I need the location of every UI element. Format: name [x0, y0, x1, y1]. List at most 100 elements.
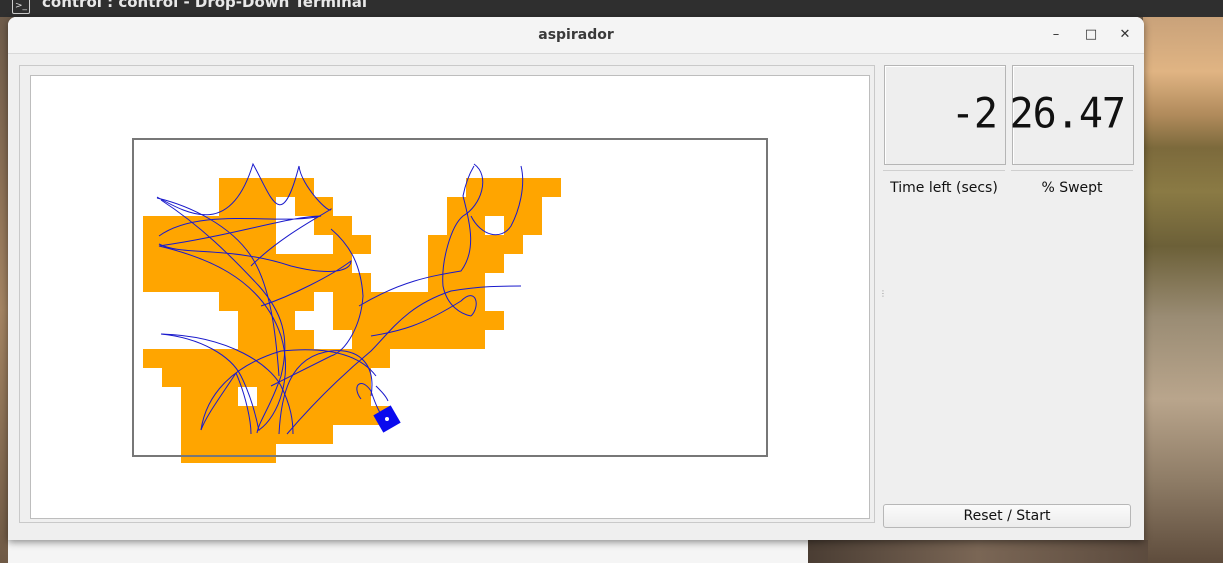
swept-cell [219, 254, 238, 273]
splitter-handle[interactable]: ⋮ [879, 289, 887, 299]
swept-cell [257, 444, 276, 463]
swept-cell [371, 349, 390, 368]
swept-cell [447, 254, 466, 273]
swept-cell [219, 292, 238, 311]
swept-cell [238, 311, 257, 330]
swept-cell [162, 368, 181, 387]
swept-cell [295, 425, 314, 444]
swept-cell [200, 254, 219, 273]
terminal-icon: >_ [12, 0, 30, 14]
swept-cell [333, 368, 352, 387]
swept-cell [181, 425, 200, 444]
simulation-canvas[interactable] [30, 75, 870, 519]
swept-cell [333, 292, 352, 311]
swept-cell [352, 311, 371, 330]
divider [883, 170, 1005, 171]
swept-cell [485, 197, 504, 216]
swept-cell [333, 387, 352, 406]
swept-cell [181, 273, 200, 292]
swept-cell [428, 330, 447, 349]
swept-cell [238, 197, 257, 216]
reset-start-button[interactable]: Reset / Start [883, 504, 1131, 528]
swept-cell [523, 197, 542, 216]
swept-cell [295, 273, 314, 292]
swept-display: 26.47 [1009, 65, 1134, 165]
swept-cell [276, 330, 295, 349]
simulation-drawing [132, 138, 768, 463]
swept-cell [276, 311, 295, 330]
background-window [8, 540, 808, 563]
swept-cell [181, 406, 200, 425]
swept-cell [219, 425, 238, 444]
swept-cell [485, 254, 504, 273]
swept-cell [466, 254, 485, 273]
swept-cell [295, 368, 314, 387]
divider [1011, 170, 1133, 171]
desktop-wallpaper-bottom [808, 540, 1148, 563]
robot-marker [385, 417, 389, 421]
swept-cell [371, 311, 390, 330]
time-left-display: -2 [884, 65, 1006, 165]
swept-cell [409, 330, 428, 349]
swept-cell [143, 254, 162, 273]
swept-cell [181, 349, 200, 368]
swept-cell [162, 254, 181, 273]
close-button[interactable]: ✕ [1116, 26, 1134, 44]
swept-cell [295, 292, 314, 311]
swept-cell [314, 368, 333, 387]
swept-cell [295, 349, 314, 368]
swept-cell [257, 406, 276, 425]
swept-cell [504, 216, 523, 235]
swept-value: 26.47 [1009, 89, 1126, 139]
maximize-button[interactable]: □ [1082, 26, 1100, 44]
swept-cell [466, 235, 485, 254]
swept-cell [447, 216, 466, 235]
swept-cell [333, 406, 352, 425]
swept-cell [143, 273, 162, 292]
swept-cell [181, 444, 200, 463]
swept-cell [162, 273, 181, 292]
swept-cell [352, 406, 371, 425]
swept-cell [276, 273, 295, 292]
terminal-title: control : control - Drop-Down Terminal [42, 0, 368, 11]
swept-cell [181, 216, 200, 235]
swept-cell [162, 349, 181, 368]
swept-cell [447, 330, 466, 349]
swept-cell [314, 387, 333, 406]
swept-cell [485, 235, 504, 254]
swept-cell [352, 235, 371, 254]
swept-cell [143, 349, 162, 368]
swept-cell [466, 330, 485, 349]
swept-cell [200, 273, 219, 292]
swept-cell [409, 292, 428, 311]
swept-cell [295, 330, 314, 349]
swept-cell [276, 254, 295, 273]
swept-cell [238, 330, 257, 349]
minimize-button[interactable]: – [1047, 26, 1065, 44]
swept-cell [295, 387, 314, 406]
swept-cell [314, 425, 333, 444]
swept-cell [257, 235, 276, 254]
swept-cell [447, 197, 466, 216]
swept-cell [504, 178, 523, 197]
swept-cell [238, 444, 257, 463]
swept-cell [219, 178, 238, 197]
swept-cell [428, 235, 447, 254]
window-title: aspirador [538, 27, 614, 43]
swept-cell [200, 444, 219, 463]
swept-cell [276, 292, 295, 311]
swept-cell [257, 254, 276, 273]
swept-cell [219, 406, 238, 425]
swept-cell [181, 387, 200, 406]
terminal-titlebar: >_ control : control - Drop-Down Termina… [0, 0, 1223, 17]
app-window: aspirador – □ ✕ -2 26.47 Time left (secs… [8, 17, 1144, 540]
desktop-wallpaper [1143, 17, 1223, 563]
swept-cell [314, 254, 333, 273]
swept-cell [428, 292, 447, 311]
time-left-value: -2 [950, 89, 998, 139]
swept-cell [333, 216, 352, 235]
swept-cell [390, 330, 409, 349]
swept-cell [466, 273, 485, 292]
swept-cell [314, 273, 333, 292]
window-titlebar[interactable]: aspirador – □ ✕ [8, 17, 1144, 54]
